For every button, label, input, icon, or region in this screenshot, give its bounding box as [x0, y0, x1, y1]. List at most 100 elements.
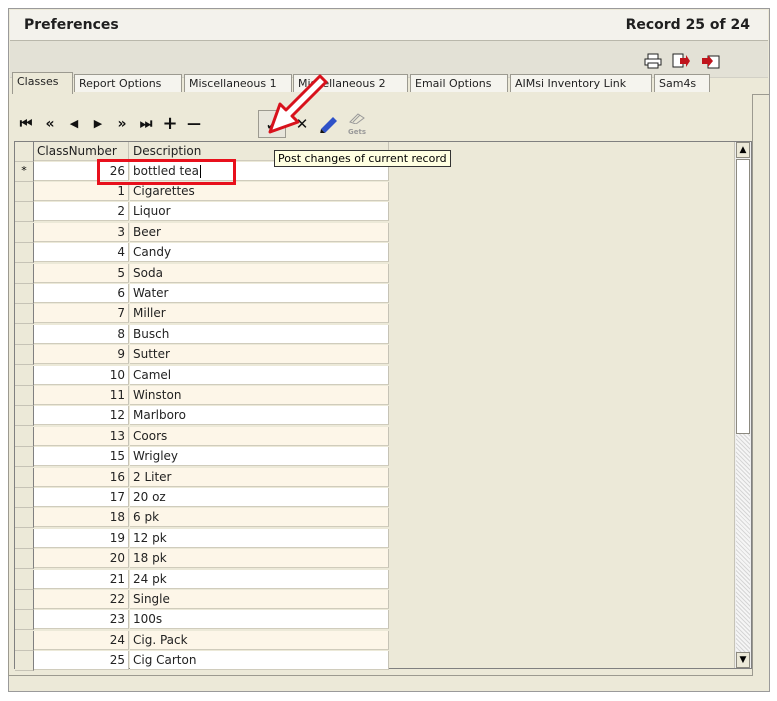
- cell-description[interactable]: Candy: [130, 243, 389, 263]
- cell-description[interactable]: 24 pk: [130, 569, 389, 589]
- vertical-scrollbar[interactable]: ▲ ▼: [734, 142, 751, 668]
- cell-classnumber[interactable]: 2: [34, 202, 129, 222]
- table-row[interactable]: 24 Cig. Pack: [15, 630, 389, 651]
- cell-description[interactable]: Busch: [130, 324, 389, 344]
- table-row[interactable]: 13 Coors: [15, 426, 389, 447]
- cell-classnumber[interactable]: 7: [34, 304, 129, 324]
- table-row[interactable]: 17 20 oz: [15, 488, 389, 508]
- row-indicator: [15, 610, 34, 631]
- table-row[interactable]: 16 2 Liter: [15, 467, 389, 488]
- table-row[interactable]: 15 Wrigley: [15, 447, 389, 468]
- row-indicator: [15, 549, 34, 570]
- table-row[interactable]: 12 Marlboro: [15, 406, 389, 427]
- cell-classnumber[interactable]: 22: [34, 590, 129, 609]
- export-icon[interactable]: [672, 53, 690, 69]
- cell-classnumber[interactable]: 15: [34, 447, 129, 467]
- table-row[interactable]: 23 100s: [15, 610, 389, 631]
- cell-classnumber[interactable]: 6: [34, 284, 129, 303]
- refresh-icon: [349, 113, 365, 125]
- table-row[interactable]: 5 Soda: [15, 263, 389, 284]
- cell-description[interactable]: Sutter: [130, 345, 389, 365]
- refresh-button[interactable]: Gets: [344, 112, 370, 138]
- cell-description[interactable]: 12 pk: [130, 528, 389, 548]
- row-indicator: [15, 182, 34, 202]
- table-row[interactable]: 10 Camel: [15, 365, 389, 386]
- table-row[interactable]: 25 Cig Carton: [15, 651, 389, 672]
- table-row[interactable]: 8 Busch: [15, 324, 389, 345]
- scroll-track[interactable]: [736, 434, 750, 652]
- next-page-button[interactable]: »: [112, 112, 132, 136]
- insert-record-button[interactable]: +: [160, 112, 180, 136]
- cell-description[interactable]: Wrigley: [130, 447, 389, 467]
- cell-classnumber[interactable]: 25: [34, 651, 129, 671]
- cell-description[interactable]: 6 pk: [130, 508, 389, 528]
- first-record-button[interactable]: ⏮: [16, 112, 36, 136]
- prior-page-button[interactable]: «: [40, 112, 60, 136]
- scroll-down-button[interactable]: ▼: [736, 652, 750, 668]
- cell-classnumber[interactable]: 16: [34, 467, 129, 487]
- table-row[interactable]: 18 6 pk: [15, 508, 389, 529]
- scroll-up-button[interactable]: ▲: [736, 142, 750, 158]
- table-row[interactable]: 1 Cigarettes: [15, 182, 389, 202]
- cell-description[interactable]: Soda: [130, 263, 389, 283]
- classes-grid[interactable]: ClassNumber Description * 26 bottled tea…: [14, 141, 752, 672]
- cell-classnumber[interactable]: 4: [34, 243, 129, 263]
- cell-description[interactable]: Coors: [130, 426, 389, 446]
- cell-description[interactable]: Water: [130, 284, 389, 303]
- table-row[interactable]: 7 Miller: [15, 304, 389, 325]
- prior-record-button[interactable]: ◀: [64, 112, 84, 136]
- row-indicator: [15, 651, 34, 672]
- cell-classnumber[interactable]: 19: [34, 528, 129, 548]
- cell-classnumber[interactable]: 18: [34, 508, 129, 528]
- table-row[interactable]: 21 24 pk: [15, 569, 389, 590]
- tab-classes[interactable]: Classes: [12, 72, 73, 94]
- cell-classnumber[interactable]: 3: [34, 222, 129, 242]
- tab-email-options[interactable]: Email Options: [410, 74, 508, 92]
- cell-classnumber[interactable]: 23: [34, 610, 129, 630]
- cell-description[interactable]: 2 Liter: [130, 467, 389, 487]
- cell-description[interactable]: Camel: [130, 365, 389, 385]
- table-row[interactable]: 4 Candy: [15, 243, 389, 264]
- cell-classnumber[interactable]: 8: [34, 324, 129, 344]
- cell-classnumber[interactable]: 20: [34, 549, 129, 569]
- scroll-thumb[interactable]: [736, 159, 750, 434]
- cell-classnumber[interactable]: 10: [34, 365, 129, 385]
- cell-classnumber[interactable]: 5: [34, 263, 129, 283]
- table-row[interactable]: 6 Water: [15, 284, 389, 304]
- cell-classnumber[interactable]: 13: [34, 426, 129, 446]
- cell-description[interactable]: Miller: [130, 304, 389, 324]
- cell-description[interactable]: Beer: [130, 222, 389, 242]
- cell-classnumber[interactable]: 9: [34, 345, 129, 365]
- import-icon[interactable]: [702, 53, 720, 69]
- cell-classnumber[interactable]: 24: [34, 630, 129, 650]
- table-row[interactable]: 9 Sutter: [15, 345, 389, 366]
- cell-description[interactable]: 100s: [130, 610, 389, 630]
- last-record-button[interactable]: ⏭: [136, 112, 156, 136]
- tab-report-options[interactable]: Report Options: [74, 74, 182, 92]
- cell-classnumber[interactable]: 12: [34, 406, 129, 426]
- cell-description[interactable]: Winston: [130, 386, 389, 405]
- table-row[interactable]: 11 Winston: [15, 386, 389, 406]
- cell-description[interactable]: 18 pk: [130, 549, 389, 569]
- cell-description[interactable]: 20 oz: [130, 488, 389, 507]
- cell-description[interactable]: Marlboro: [130, 406, 389, 426]
- printer-icon[interactable]: [644, 53, 662, 69]
- cell-description[interactable]: Single: [130, 590, 389, 609]
- cell-description[interactable]: Cig Carton: [130, 651, 389, 671]
- table-row[interactable]: 19 12 pk: [15, 528, 389, 549]
- table-row[interactable]: 3 Beer: [15, 222, 389, 243]
- cell-description[interactable]: Cig. Pack: [130, 630, 389, 650]
- table-row[interactable]: 20 18 pk: [15, 549, 389, 570]
- table-row[interactable]: 22 Single: [15, 590, 389, 610]
- tab-aimsi-inventory-link[interactable]: AIMsi Inventory Link: [510, 74, 652, 92]
- delete-record-button[interactable]: —: [184, 112, 204, 136]
- highlight-box: [97, 159, 236, 185]
- cell-classnumber[interactable]: 21: [34, 569, 129, 589]
- next-record-button[interactable]: ▶: [88, 112, 108, 136]
- row-indicator: [15, 406, 34, 427]
- cell-description[interactable]: Liquor: [130, 202, 389, 222]
- table-row[interactable]: 2 Liquor: [15, 202, 389, 223]
- cell-classnumber[interactable]: 11: [34, 386, 129, 405]
- tab-sam4s[interactable]: Sam4s: [654, 74, 710, 92]
- cell-classnumber[interactable]: 17: [34, 488, 129, 507]
